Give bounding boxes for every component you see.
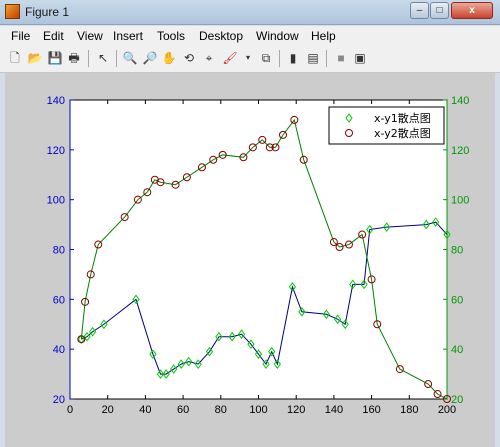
y-left-tick-label: 20 bbox=[53, 394, 65, 406]
y-right-tick-label: 120 bbox=[451, 145, 469, 157]
scatter-chart[interactable]: 0 20 40 60 80 100 120 140 160 180 2002040608010012… bbox=[0, 0, 500, 447]
y-right-tick-label: 140 bbox=[451, 95, 469, 107]
y-left-tick-label: 80 bbox=[53, 245, 65, 257]
y-left-tick-label: 100 bbox=[47, 195, 65, 207]
y-right-tick-label: 60 bbox=[451, 294, 463, 306]
x-tick-label: 60 bbox=[177, 404, 189, 416]
y-right-tick-label: 80 bbox=[451, 245, 463, 257]
x-tick-label: 160 bbox=[362, 404, 380, 416]
legend-series1-label: x-y1散点图 bbox=[374, 111, 431, 125]
figure-window: Figure 1 – □ x File Edit View Insert Too… bbox=[0, 0, 500, 447]
x-tick-label: 120 bbox=[287, 404, 305, 416]
y-right-tick-label: 20 bbox=[451, 394, 463, 406]
x-tick-label: 40 bbox=[139, 404, 151, 416]
legend-series2-label: x-y2散点图 bbox=[374, 126, 431, 140]
x-tick-label: 140 bbox=[325, 404, 343, 416]
y-left-tick-label: 40 bbox=[53, 344, 65, 356]
x-tick-label: 20 bbox=[102, 404, 114, 416]
x-tick-label: 180 bbox=[400, 404, 418, 416]
x-tick-label: 0 bbox=[67, 404, 73, 416]
y-right-tick-label: 100 bbox=[451, 195, 469, 207]
y-right-tick-label: 40 bbox=[451, 344, 463, 356]
y-left-tick-label: 120 bbox=[47, 145, 65, 157]
x-tick-label: 100 bbox=[249, 404, 267, 416]
y-left-tick-label: 60 bbox=[53, 294, 65, 306]
y-left-tick-label: 140 bbox=[47, 95, 65, 107]
x-tick-label: 80 bbox=[215, 404, 227, 416]
